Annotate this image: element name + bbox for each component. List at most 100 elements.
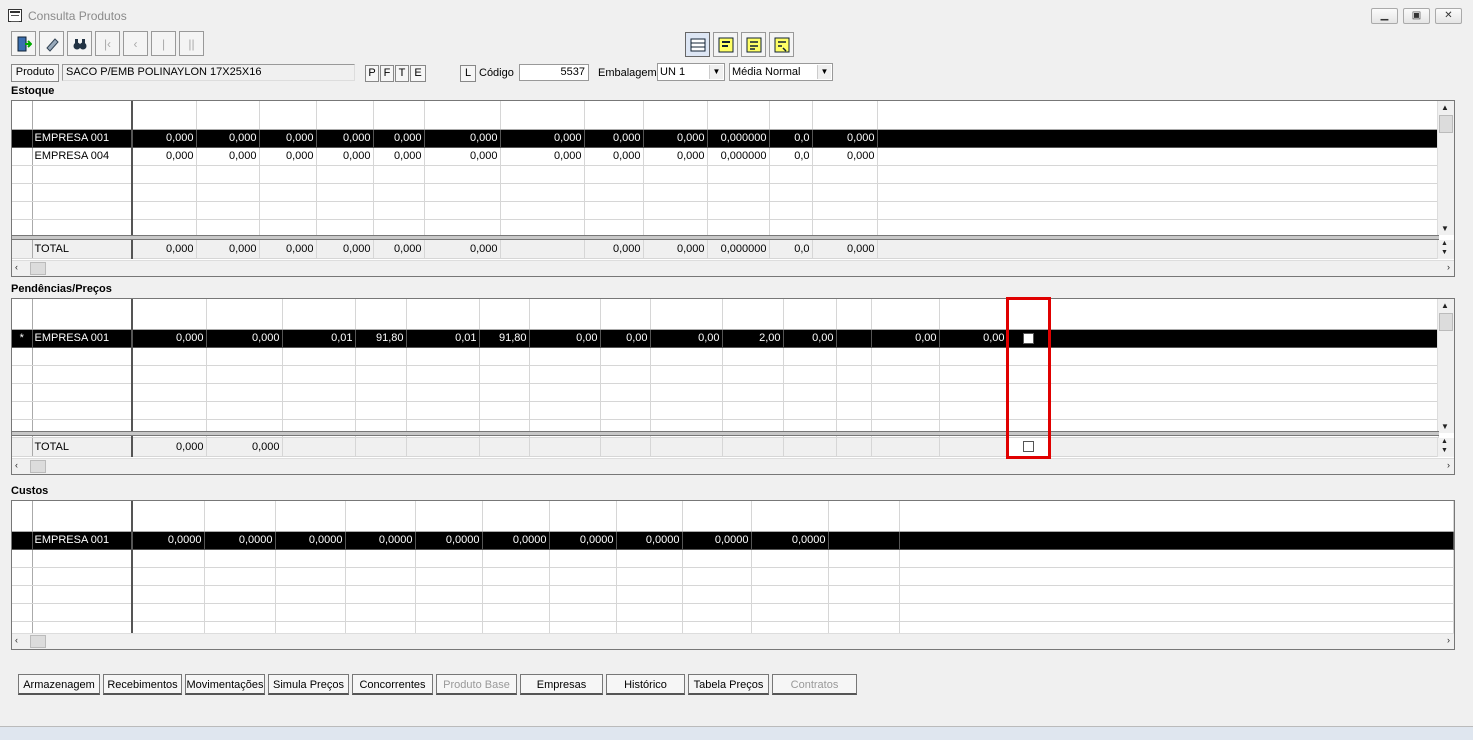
estoque-col-header[interactable] (32, 101, 133, 130)
view-2-icon[interactable] (713, 32, 738, 57)
custos-grid[interactable]: EMPRESA 001 0,0000 0,0000 0,0000 0,0000 0,000… (11, 500, 1455, 650)
table-row[interactable] (12, 347, 1439, 366)
estoque-col-header[interactable] (707, 101, 770, 130)
estoque-col-header[interactable] (584, 101, 644, 130)
codigo-field[interactable]: 5537 (519, 64, 589, 81)
pendencias-grid[interactable]: * EMPRESA 001 0,000 0,000 0,01 91,80 0,01 91,80… (11, 298, 1455, 475)
spin-down-icon[interactable]: ▼ (1441, 249, 1448, 256)
estoque-col-header[interactable] (196, 101, 260, 130)
estoque-col-header[interactable] (643, 101, 708, 130)
binoculars-icon[interactable] (67, 31, 92, 56)
tab-hist-rico[interactable]: Histórico (606, 674, 685, 695)
pendencias-col-header[interactable] (32, 299, 133, 330)
estoque-col-header[interactable] (316, 101, 374, 130)
spin-down-icon[interactable]: ▼ (1441, 447, 1448, 454)
custos-col-header[interactable] (345, 501, 416, 532)
scroll-down-icon[interactable]: ▼ (1441, 224, 1449, 233)
pendencias-col-header[interactable] (529, 299, 601, 330)
table-row[interactable]: EMPRESA 004 0,000 0,000 0,000 0,000 0,000 0,00… (12, 147, 1439, 166)
scroll-thumb[interactable] (1439, 313, 1453, 331)
custos-hscroll[interactable]: ‹ › (12, 633, 1454, 649)
scroll-up-icon[interactable]: ▲ (1441, 103, 1449, 112)
pendencias-col-header[interactable] (871, 299, 940, 330)
last-icon[interactable]: || (179, 31, 204, 56)
table-row[interactable] (12, 585, 1454, 604)
tab-tabela-pre-os[interactable]: Tabela Preços (688, 674, 769, 695)
estoque-col-header[interactable] (424, 101, 501, 130)
pendencias-col-header[interactable] (650, 299, 723, 330)
estoque-col-header[interactable] (12, 101, 33, 130)
grid-view-icon[interactable] (685, 32, 710, 57)
custos-col-header[interactable] (32, 501, 133, 532)
scroll-left-icon[interactable]: ‹ (15, 262, 18, 272)
pendencias-vscroll[interactable]: ▲ ▼ (1437, 299, 1454, 433)
view-3-icon[interactable] (741, 32, 766, 57)
flag-t-button[interactable]: T (395, 65, 409, 82)
pendencias-col-header[interactable] (206, 299, 283, 330)
media-select[interactable]: Média Normal ▼ (729, 63, 833, 81)
table-row[interactable] (12, 603, 1454, 622)
pendencias-total-spin[interactable]: ▲ ▼ (1437, 438, 1454, 457)
first-icon[interactable]: |‹ (95, 31, 120, 56)
scroll-thumb[interactable] (1439, 115, 1453, 133)
pendencias-col-header[interactable] (355, 299, 407, 330)
table-row[interactable]: EMPRESA 001 0,0000 0,0000 0,0000 0,0000 0,000… (12, 531, 1454, 550)
minimize-button[interactable]: ▁ (1371, 8, 1398, 24)
custos-col-header[interactable] (828, 501, 900, 532)
table-row[interactable] (12, 567, 1454, 586)
tab-contratos[interactable]: Contratos (772, 674, 857, 695)
table-row[interactable] (12, 165, 1439, 184)
estoque-col-header[interactable] (877, 101, 1439, 130)
tab-recebimentos[interactable]: Recebimentos (103, 674, 182, 695)
eraser-icon[interactable] (39, 31, 64, 56)
exit-icon[interactable] (11, 31, 36, 56)
custos-col-header[interactable] (549, 501, 617, 532)
tab-concorrentes[interactable]: Concorrentes (352, 674, 433, 695)
estoque-grid[interactable]: EMPRESA 001 0,000 0,000 0,000 0,000 0,000 0,00… (11, 100, 1455, 277)
custos-col-header[interactable] (616, 501, 683, 532)
estoque-col-header[interactable] (812, 101, 878, 130)
table-row[interactable] (12, 201, 1439, 220)
tab-simula-pre-os[interactable]: Simula Preços (268, 674, 349, 695)
custos-col-header[interactable] (751, 501, 829, 532)
close-button[interactable]: ✕ (1435, 8, 1462, 24)
estoque-col-header[interactable] (259, 101, 317, 130)
pendencias-col-header[interactable] (12, 299, 33, 330)
embalagem-select[interactable]: UN 1 ▼ (657, 63, 725, 81)
product-name-field[interactable]: SACO P/EMB POLINAYLON 17X25X16 (62, 64, 355, 81)
prev-icon[interactable]: ‹ (123, 31, 148, 56)
scroll-down-icon[interactable]: ▼ (1441, 422, 1449, 431)
custos-col-header[interactable] (682, 501, 752, 532)
table-row[interactable] (12, 549, 1454, 568)
custos-col-header[interactable] (899, 501, 1454, 532)
pendencias-col-header[interactable] (406, 299, 480, 330)
estoque-vscroll[interactable]: ▲ ▼ (1437, 101, 1454, 235)
scroll-right-icon[interactable]: › (1447, 262, 1450, 272)
pendencias-col-header[interactable] (783, 299, 837, 330)
flag-e-button[interactable]: E (410, 65, 426, 82)
flag-p-button[interactable]: P (365, 65, 379, 82)
scroll-thumb[interactable] (30, 635, 46, 648)
estoque-col-header[interactable] (132, 101, 197, 130)
estoque-col-header[interactable] (769, 101, 813, 130)
scroll-left-icon[interactable]: ‹ (15, 635, 18, 645)
maximize-button[interactable]: ▣ (1403, 8, 1430, 24)
scroll-up-icon[interactable]: ▲ (1441, 301, 1449, 310)
next-icon[interactable]: | (151, 31, 176, 56)
table-row[interactable] (12, 365, 1439, 384)
pendencias-col-header[interactable] (479, 299, 530, 330)
custos-col-header[interactable] (132, 501, 205, 532)
produto-button[interactable]: Produto (11, 64, 59, 82)
pendencias-hscroll[interactable]: ‹ › (12, 458, 1454, 474)
scroll-thumb[interactable] (30, 460, 46, 473)
spin-up-icon[interactable]: ▲ (1441, 438, 1448, 445)
table-row[interactable] (12, 183, 1439, 202)
tab-produto-base[interactable]: Produto Base (436, 674, 517, 695)
custos-col-header[interactable] (204, 501, 276, 532)
pendencias-col-header[interactable] (600, 299, 651, 330)
estoque-hscroll[interactable]: ‹ › (12, 260, 1454, 276)
scroll-right-icon[interactable]: › (1447, 635, 1450, 645)
l-button[interactable]: L (460, 65, 476, 82)
custos-col-header[interactable] (415, 501, 483, 532)
view-4-icon[interactable] (769, 32, 794, 57)
